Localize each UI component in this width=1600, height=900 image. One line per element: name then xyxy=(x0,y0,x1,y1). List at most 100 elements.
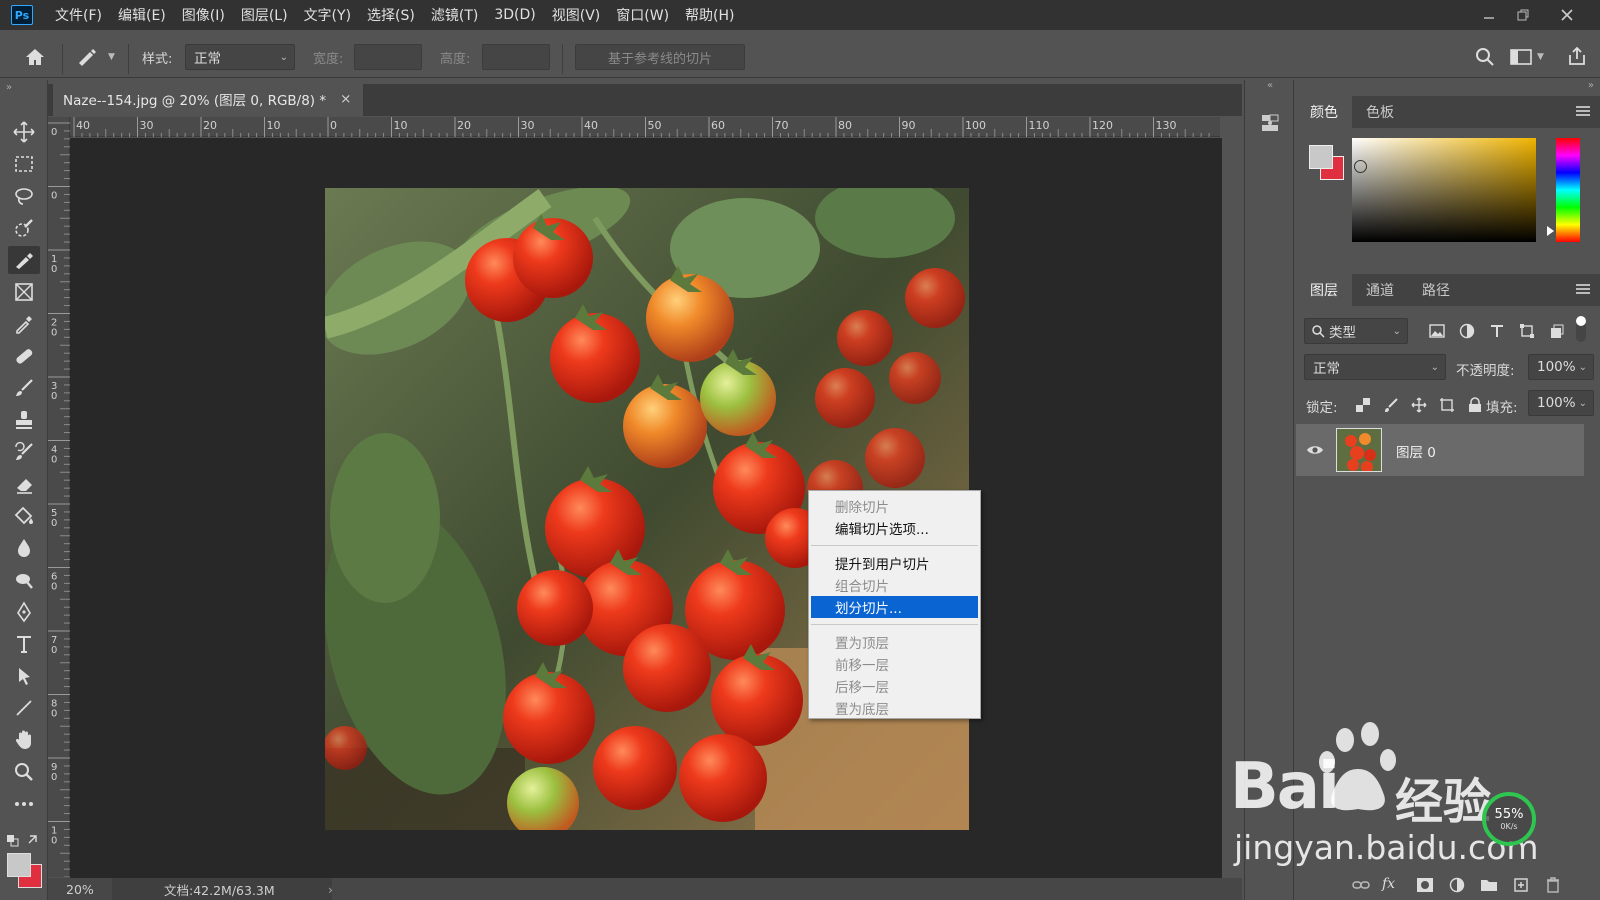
more-tools-icon[interactable] xyxy=(8,790,40,818)
layer-name[interactable]: 图层 0 xyxy=(1396,441,1436,461)
lock-artboard-icon[interactable] xyxy=(1436,394,1458,416)
layer-filter-select[interactable]: 类型 ⌄ xyxy=(1304,318,1408,344)
history-brush-tool-icon[interactable] xyxy=(8,438,40,466)
pen-tool-icon[interactable] xyxy=(8,598,40,626)
slice-tool-icon[interactable] xyxy=(8,246,40,274)
blend-mode-select[interactable]: 正常 ⌄ xyxy=(1304,354,1446,380)
home-icon[interactable] xyxy=(24,46,46,68)
menu-item-promote-to-user-slice[interactable]: 提升到用户切片 xyxy=(809,552,980,574)
color-swatches[interactable] xyxy=(6,852,46,892)
menu-3d[interactable]: 3D(D) xyxy=(486,0,543,30)
menu-filter[interactable]: 滤镜(T) xyxy=(423,0,486,30)
marquee-tool-icon[interactable] xyxy=(8,150,40,178)
menu-view[interactable]: 视图(V) xyxy=(544,0,609,30)
search-icon[interactable] xyxy=(1474,46,1496,68)
tab-paths[interactable]: 路径 xyxy=(1408,274,1464,306)
workspace-icon[interactable] xyxy=(1510,46,1532,68)
panel-color-swatches[interactable] xyxy=(1308,144,1348,184)
menu-layer[interactable]: 图层(L) xyxy=(233,0,296,30)
eyedropper-tool-icon[interactable] xyxy=(8,310,40,338)
close-window-button[interactable] xyxy=(1550,0,1584,30)
healing-brush-tool-icon[interactable] xyxy=(8,342,40,370)
menu-item-bring-forward[interactable]: 前移一层 xyxy=(809,653,980,675)
menu-select[interactable]: 选择(S) xyxy=(359,0,423,30)
lock-position-icon[interactable] xyxy=(1408,394,1430,416)
eye-icon[interactable] xyxy=(1304,439,1326,461)
frame-tool-icon[interactable] xyxy=(8,278,40,306)
share-icon[interactable] xyxy=(1566,45,1588,67)
menu-item-send-to-back[interactable]: 置为底层 xyxy=(809,697,980,719)
tab-swatches[interactable]: 色板 xyxy=(1352,96,1408,128)
height-input[interactable] xyxy=(482,44,550,70)
color-picker-cursor[interactable] xyxy=(1354,160,1367,173)
vertical-ruler[interactable]: 0010203040506070809010 xyxy=(48,117,70,877)
restore-button[interactable] xyxy=(1506,0,1540,30)
layer-thumbnail[interactable] xyxy=(1336,428,1382,472)
filter-smart-objects-icon[interactable] xyxy=(1546,320,1568,342)
slice-tool-preset-icon[interactable] xyxy=(76,46,98,68)
hue-slider[interactable] xyxy=(1556,138,1580,242)
hue-slider-handle[interactable] xyxy=(1547,226,1554,236)
zoom-level[interactable]: 20% xyxy=(66,882,94,897)
menu-item-delete-slice[interactable]: 删除切片 xyxy=(809,495,980,517)
brush-tool-icon[interactable] xyxy=(8,374,40,402)
filter-shape-layers-icon[interactable] xyxy=(1516,320,1538,342)
horizontal-ruler[interactable]: 40 30 20 10 0 10 20 30 40 50 60 70 80 90 100 110 120 130 xyxy=(70,117,1220,137)
tab-channels[interactable]: 通道 xyxy=(1352,274,1408,306)
menu-file[interactable]: 文件(F) xyxy=(47,0,110,30)
type-tool-icon[interactable] xyxy=(8,630,40,658)
menu-edit[interactable]: 编辑(E) xyxy=(110,0,174,30)
foreground-color-swatch[interactable] xyxy=(7,853,31,877)
opacity-input[interactable]: 100% ⌄ xyxy=(1528,354,1594,380)
move-tool-icon[interactable] xyxy=(8,118,40,146)
tab-layers[interactable]: 图层 xyxy=(1296,274,1352,306)
status-menu-arrow[interactable]: › xyxy=(328,882,333,897)
foreground-color-swatch[interactable] xyxy=(1309,145,1333,169)
minimize-button[interactable] xyxy=(1472,0,1506,30)
menu-item-send-backward[interactable]: 后移一层 xyxy=(809,675,980,697)
default-colors-icon[interactable] xyxy=(6,832,40,850)
panel-menu-icon[interactable] xyxy=(1576,104,1590,118)
collapse-dock-icon[interactable]: « xyxy=(1267,80,1273,91)
lock-image-pixels-icon[interactable] xyxy=(1380,394,1402,416)
expand-toolbar-icon[interactable]: » xyxy=(6,82,12,93)
filter-toggle[interactable] xyxy=(1576,316,1586,342)
dodge-tool-icon[interactable] xyxy=(8,566,40,594)
filter-pixel-layers-icon[interactable] xyxy=(1426,320,1448,342)
document-tab[interactable]: Naze--154.jpg @ 20% (图层 0, RGB/8) * × xyxy=(53,84,363,116)
menu-type[interactable]: 文字(Y) xyxy=(296,0,359,30)
fill-input[interactable]: 100% ⌄ xyxy=(1528,390,1594,416)
slices-from-guides-button[interactable]: 基于参考线的切片 xyxy=(575,44,745,70)
zoom-tool-icon[interactable] xyxy=(8,758,40,786)
menu-image[interactable]: 图像(I) xyxy=(174,0,233,30)
stamp-tool-icon[interactable] xyxy=(8,406,40,434)
chevron-down-icon[interactable]: ▼ xyxy=(1537,52,1544,62)
menu-item-combine-slices[interactable]: 组合切片 xyxy=(809,574,980,596)
close-document-icon[interactable]: × xyxy=(340,91,351,107)
panel-menu-icon[interactable] xyxy=(1576,282,1590,296)
menu-window[interactable]: 窗口(W) xyxy=(608,0,677,30)
filter-type-layers-icon[interactable] xyxy=(1486,320,1508,342)
style-select[interactable]: 正常 ⌄ xyxy=(185,44,295,70)
width-input[interactable] xyxy=(354,44,422,70)
chevron-down-icon[interactable]: ▼ xyxy=(108,52,115,62)
quick-selection-tool-icon[interactable] xyxy=(8,214,40,242)
menu-item-divide-slice[interactable]: 划分切片... xyxy=(811,596,978,618)
blur-tool-icon[interactable] xyxy=(8,534,40,562)
filter-adjustment-layers-icon[interactable] xyxy=(1456,320,1478,342)
paint-bucket-tool-icon[interactable] xyxy=(8,502,40,530)
path-selection-tool-icon[interactable] xyxy=(8,662,40,690)
menu-item-edit-slice-options[interactable]: 编辑切片选项... xyxy=(809,517,980,539)
tab-color[interactable]: 颜色 xyxy=(1296,96,1352,128)
eraser-tool-icon[interactable] xyxy=(8,470,40,498)
hand-tool-icon[interactable] xyxy=(8,726,40,754)
layer-row[interactable]: 图层 0 xyxy=(1296,424,1584,476)
lasso-tool-icon[interactable] xyxy=(8,182,40,210)
menu-item-bring-to-front[interactable]: 置为顶层 xyxy=(809,631,980,653)
collapse-panels-icon[interactable]: » xyxy=(1588,80,1594,91)
menu-help[interactable]: 帮助(H) xyxy=(677,0,742,30)
color-field[interactable] xyxy=(1352,138,1536,242)
lock-transparent-pixels-icon[interactable] xyxy=(1352,394,1374,416)
lock-all-icon[interactable] xyxy=(1464,394,1486,416)
properties-panel-icon[interactable] xyxy=(1259,112,1281,134)
